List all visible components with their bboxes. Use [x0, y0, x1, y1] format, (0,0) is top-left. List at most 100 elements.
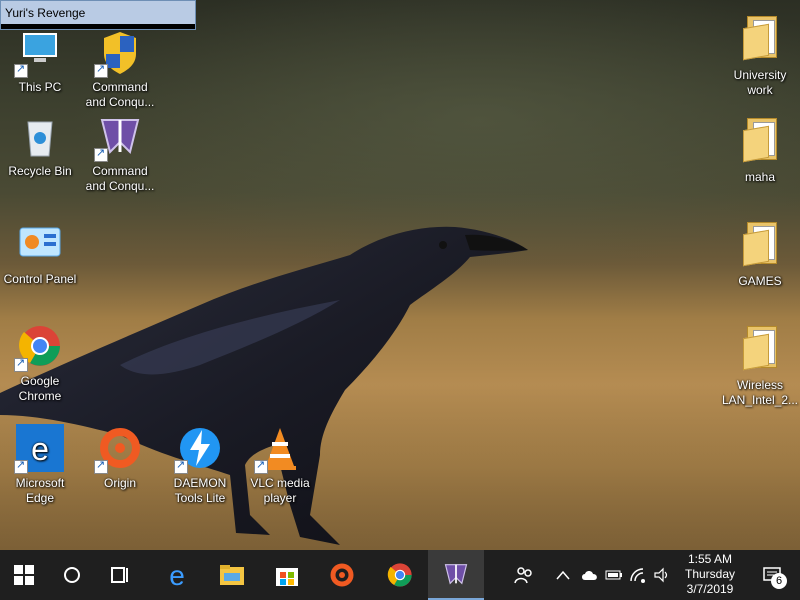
desktop-icon-microsoft-edge[interactable]: e Microsoft Edge: [0, 424, 80, 506]
shortcut-arrow-icon: [254, 458, 268, 474]
window-preview-title: Yuri's Revenge: [5, 6, 86, 20]
icon-label-line2: LAN_Intel_2...: [721, 393, 799, 407]
computer-icon: [14, 28, 64, 78]
show-hidden-icons-button[interactable]: [552, 550, 574, 600]
taskbar-file-explorer[interactable]: [207, 550, 257, 600]
icon-label: Control Panel: [3, 272, 77, 286]
people-icon: [514, 567, 532, 584]
shortcut-arrow-icon: [174, 458, 188, 474]
icon-label-line2: and Conqu...: [85, 95, 155, 109]
shortcut-arrow-icon: [94, 458, 108, 474]
taskbar: e 1:55 AM Thursday 3/7/2019 6: [0, 550, 800, 600]
icon-label: Recycle Bin: [8, 164, 72, 178]
desktop-icon-google-chrome[interactable]: Google Chrome: [0, 322, 80, 404]
store-icon: [276, 568, 298, 586]
taskbar-edge[interactable]: e: [152, 550, 202, 600]
edge-icon: e: [14, 424, 64, 474]
yuri-logo-icon: [444, 564, 468, 585]
icon-label-line2: Chrome: [18, 389, 62, 403]
people-button[interactable]: [508, 550, 540, 600]
icon-label-line1: University: [733, 68, 787, 82]
icon-label: Origin: [103, 476, 136, 490]
taskbar-yuris-revenge[interactable]: [428, 550, 484, 600]
desktop-icon-origin[interactable]: Origin: [80, 424, 160, 491]
desktop-icon-control-panel[interactable]: Control Panel: [0, 220, 80, 287]
origin-icon: [94, 424, 144, 474]
daemon-tools-icon: [174, 424, 224, 474]
shortcut-arrow-icon: [14, 62, 28, 78]
icon-label: maha: [744, 170, 776, 184]
icon-label-line1: VLC media: [250, 476, 310, 490]
onedrive-button[interactable]: [578, 550, 602, 600]
yuri-logo-icon: [94, 112, 144, 162]
desktop-icon-games[interactable]: GAMES: [720, 216, 800, 289]
icon-label-line1: DAEMON: [173, 476, 227, 490]
file-explorer-icon: [220, 565, 244, 585]
shortcut-arrow-icon: [94, 146, 108, 162]
task-view-button[interactable]: [96, 550, 144, 600]
recycle-bin-icon: [16, 112, 64, 160]
clock-day: Thursday: [684, 567, 736, 581]
task-view-icon: [111, 567, 128, 583]
origin-icon: [330, 563, 354, 587]
chevron-up-icon: [556, 570, 570, 580]
battery-icon: [605, 570, 622, 580]
taskbar-store[interactable]: [262, 550, 312, 600]
notification-icon: 6: [763, 567, 787, 589]
volume-button[interactable]: [650, 550, 674, 600]
desktop-icon-maha[interactable]: maha: [720, 112, 800, 185]
battery-button[interactable]: [602, 550, 626, 600]
desktop-icon-vlc[interactable]: VLC media player: [240, 424, 320, 506]
folder-icon: [743, 118, 777, 163]
desktop-icon-wireless-lan[interactable]: Wireless LAN_Intel_2...: [720, 320, 800, 408]
svg-text:e: e: [31, 431, 49, 467]
icon-label-line1: Microsoft: [15, 476, 65, 490]
clock[interactable]: 1:55 AM Thursday 3/7/2019: [676, 550, 744, 600]
taskbar-chrome[interactable]: [372, 550, 428, 600]
edge-icon: e: [169, 561, 185, 589]
desktop-icon-command-and-conquer-1[interactable]: Command and Conqu...: [80, 28, 160, 110]
window-preview-tooltip[interactable]: Yuri's Revenge: [0, 0, 196, 30]
chrome-icon: [14, 322, 64, 372]
icon-label-line2: and Conqu...: [85, 179, 155, 193]
start-button[interactable]: [0, 550, 48, 600]
folder-icon: [743, 222, 777, 267]
taskbar-origin[interactable]: [317, 550, 367, 600]
icon-label-line1: Google: [20, 374, 60, 388]
desktop-icon-recycle-bin[interactable]: Recycle Bin: [0, 112, 80, 179]
desktop-icon-daemon-tools[interactable]: DAEMON Tools Lite: [160, 424, 240, 506]
vlc-icon: [254, 424, 304, 474]
shortcut-arrow-icon: [94, 62, 108, 78]
search-button[interactable]: [48, 550, 96, 600]
desktop-icon-this-pc[interactable]: This PC: [0, 28, 80, 95]
icon-label-line1: Wireless: [736, 378, 783, 392]
icon-label-line2: Edge: [25, 491, 55, 505]
cloud-icon: [582, 571, 597, 580]
icon-label-line1: Command: [92, 80, 148, 94]
icon-label-line2: Tools Lite: [174, 491, 226, 505]
notification-count: 6: [771, 573, 787, 589]
clock-date: 3/7/2019: [686, 582, 734, 596]
folder-icon: [743, 326, 777, 371]
desktop-icon-command-and-conquer-2[interactable]: Command and Conqu...: [80, 112, 160, 194]
svg-text:e: e: [169, 561, 185, 589]
action-center-button[interactable]: 6: [752, 550, 792, 600]
wifi-icon: [630, 568, 645, 583]
icon-label-line2: player: [263, 491, 297, 505]
cortana-circle-icon: [64, 567, 80, 583]
shield-icon: [94, 28, 144, 78]
speaker-icon: [654, 567, 668, 583]
shortcut-arrow-icon: [14, 356, 28, 372]
icon-label-line2: work: [747, 83, 773, 97]
control-panel-icon: [16, 220, 64, 268]
icon-label: GAMES: [738, 274, 782, 288]
chrome-icon: [387, 563, 412, 587]
network-button[interactable]: [626, 550, 650, 600]
clock-time: 1:55 AM: [687, 552, 733, 566]
windows-logo-icon: [14, 565, 34, 585]
icon-label-line1: Command: [92, 164, 148, 178]
folder-icon: [743, 16, 777, 61]
desktop-icon-university-work[interactable]: University work: [720, 10, 800, 98]
icon-label: This PC: [18, 80, 62, 94]
shortcut-arrow-icon: [14, 458, 28, 474]
